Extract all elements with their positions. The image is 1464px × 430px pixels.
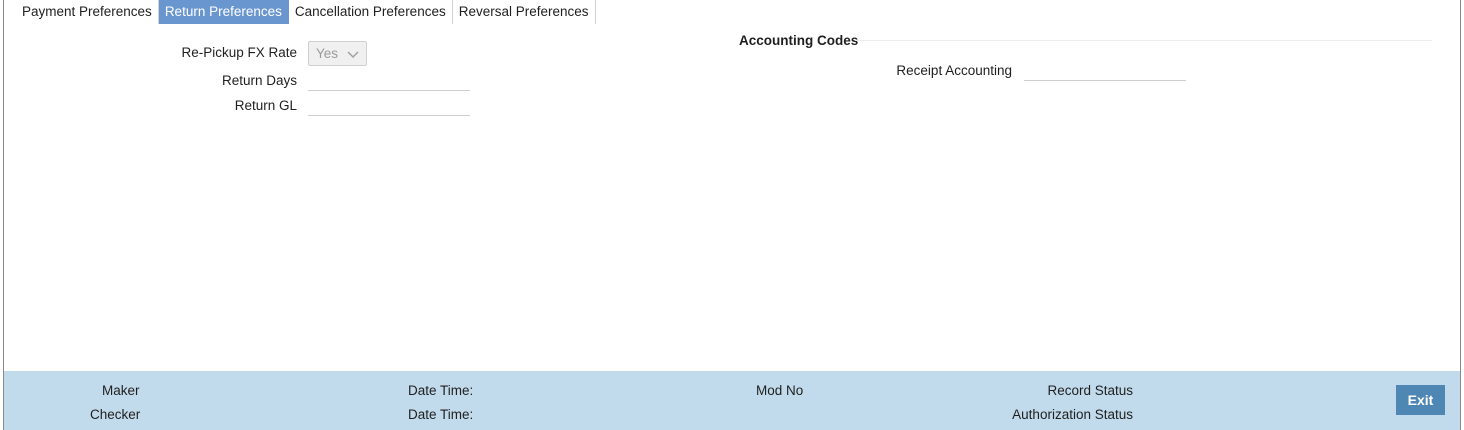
repickup-fx-rate-select[interactable]: Yes: [308, 41, 367, 66]
return-days-input[interactable]: [308, 69, 470, 91]
maker-date-time-label: Date Time:: [408, 383, 474, 398]
chevron-down-icon: [347, 51, 359, 59]
receipt-accounting-input[interactable]: [1024, 59, 1186, 81]
window-left-border: [3, 0, 4, 430]
authorization-status-label: Authorization Status: [1012, 407, 1133, 422]
section-divider: [855, 40, 1432, 41]
mod-no-label: Mod No: [756, 383, 804, 398]
return-days-label: Return Days: [221, 73, 297, 88]
window-right-border: [1460, 0, 1461, 430]
checker-date-time-label: Date Time:: [408, 407, 474, 422]
tab-return-preferences[interactable]: Return Preferences: [158, 0, 289, 24]
return-gl-input[interactable]: [308, 94, 470, 116]
checker-label: Checker: [90, 407, 141, 422]
audit-footer: [4, 371, 1460, 430]
tab-payment-preferences[interactable]: Payment Preferences: [16, 0, 159, 24]
tab-cancellation-preferences[interactable]: Cancellation Preferences: [289, 0, 453, 24]
accounting-codes-title: Accounting Codes: [739, 33, 859, 48]
maker-label: Maker: [102, 383, 140, 398]
repickup-fx-rate-label: Re-Pickup FX Rate: [181, 45, 297, 60]
record-status-label: Record Status: [1047, 383, 1133, 398]
exit-button[interactable]: Exit: [1396, 385, 1445, 415]
return-gl-label: Return GL: [234, 98, 297, 113]
tab-reversal-preferences[interactable]: Reversal Preferences: [453, 0, 596, 24]
repickup-fx-rate-value: Yes: [316, 46, 339, 61]
receipt-accounting-label: Receipt Accounting: [896, 63, 1012, 78]
preferences-tab-bar: Payment Preferences Return Preferences C…: [16, 0, 596, 24]
